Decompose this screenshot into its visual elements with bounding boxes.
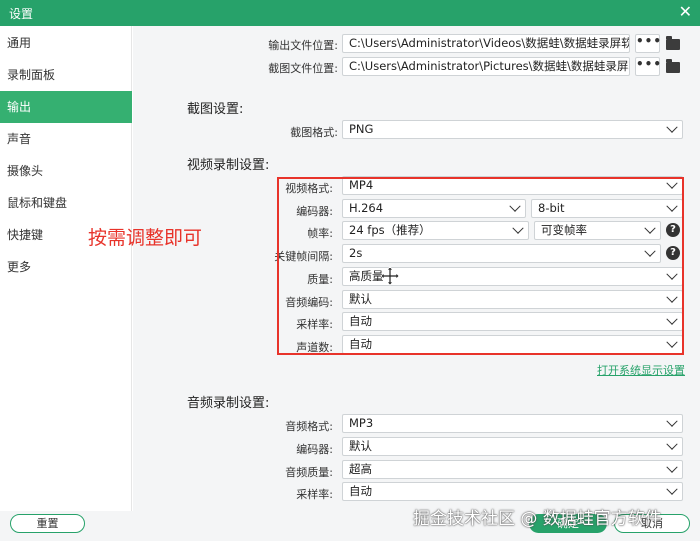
sidebar-item-general[interactable]: 通用 <box>0 27 132 59</box>
sidebar-item-camera[interactable]: 摄像头 <box>0 155 132 187</box>
title-bar: 设置 ✕ <box>0 0 700 26</box>
move-cursor-icon <box>380 266 400 286</box>
audio-settings-heading: 音频录制设置: <box>187 396 270 411</box>
window-title: 设置 <box>9 7 34 21</box>
chevron-down-icon <box>666 121 678 133</box>
folder-icon[interactable] <box>666 36 680 50</box>
chevron-down-icon <box>666 483 678 495</box>
folder-icon[interactable] <box>666 59 680 73</box>
annotation-text: 按需调整即可 <box>88 227 203 249</box>
chevron-down-icon <box>666 438 678 450</box>
close-icon[interactable]: ✕ <box>679 2 692 21</box>
watermark-text: 掘金技术社区 @ 数据蛙官方软件 <box>413 509 662 529</box>
settings-panel: 输出文件位置: C:\Users\Administrator\Videos\数据… <box>133 26 700 511</box>
screenshot-path-browse-button[interactable]: ••• <box>635 57 661 76</box>
sidebar-item-sound[interactable]: 声音 <box>0 123 132 155</box>
sidebar: 通用 录制面板 输出 声音 摄像头 鼠标和键盘 快捷键 更多 <box>0 26 132 511</box>
audio-samplerate-select[interactable]: 自动 <box>342 482 683 501</box>
screenshot-path-label: 截图文件位置: <box>268 62 338 75</box>
audio-samplerate-label: 采样率: <box>296 488 333 501</box>
screenshot-path-field[interactable]: C:\Users\Administrator\Pictures\数据蛙\数据蛙录… <box>342 57 630 76</box>
chevron-down-icon <box>666 415 678 427</box>
audio-quality-label: 音频质量: <box>285 466 333 479</box>
sidebar-item-mouse-keyboard[interactable]: 鼠标和键盘 <box>0 187 132 219</box>
audio-format-select[interactable]: MP3 <box>342 414 683 433</box>
sidebar-item-output[interactable]: 输出 <box>0 91 132 123</box>
video-path-label: 输出文件位置: <box>268 39 338 52</box>
highlight-box <box>277 177 684 355</box>
audio-quality-select[interactable]: 超高 <box>342 460 683 479</box>
audio-encoder-select[interactable]: 默认 <box>342 437 683 456</box>
audio-format-label: 音频格式: <box>285 420 333 433</box>
video-settings-heading: 视频录制设置: <box>187 158 270 173</box>
sidebar-item-more[interactable]: 更多 <box>0 251 132 283</box>
screenshot-settings-heading: 截图设置: <box>187 102 244 117</box>
sidebar-item-record-panel[interactable]: 录制面板 <box>0 59 132 91</box>
reset-button[interactable]: 重置 <box>10 514 85 533</box>
open-system-display-link[interactable]: 打开系统显示设置 <box>597 362 685 378</box>
audio-encoder-label: 编码器: <box>296 443 333 456</box>
video-path-browse-button[interactable]: ••• <box>635 34 661 53</box>
screenshot-format-select[interactable]: PNG <box>342 120 683 139</box>
screenshot-format-label: 截图格式: <box>290 126 338 139</box>
video-path-field[interactable]: C:\Users\Administrator\Videos\数据蛙\数据蛙录屏软… <box>342 34 630 53</box>
chevron-down-icon <box>666 461 678 473</box>
